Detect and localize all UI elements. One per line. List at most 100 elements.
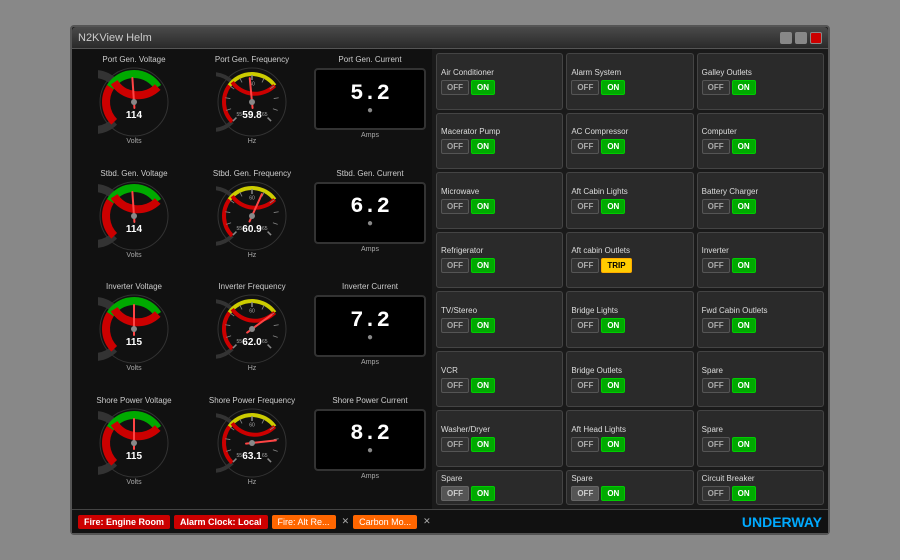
switch-off-btn-15[interactable]: OFF xyxy=(441,378,469,393)
svg-text:60.9: 60.9 xyxy=(242,224,262,235)
gauge-label-11: Shore Power Current xyxy=(332,396,407,405)
switch-on-btn-6[interactable]: ON xyxy=(471,199,495,214)
switch-on-btn-9[interactable]: ON xyxy=(471,258,495,273)
minimize-button[interactable] xyxy=(780,32,792,44)
switch-name-7: Aft Cabin Lights xyxy=(571,187,688,196)
gauge-label-10: Shore Power Frequency xyxy=(209,396,295,405)
switch-on-btn-23[interactable]: ON xyxy=(732,486,756,501)
switch-on-btn-12[interactable]: ON xyxy=(471,318,495,333)
current-display: 7.2 ● xyxy=(314,295,426,357)
switch-off-btn-3[interactable]: OFF xyxy=(441,139,469,154)
switches-panel: Air Conditioner OFF ON Alarm System OFF … xyxy=(432,49,828,509)
switch-cell-3: Macerator Pump OFF ON xyxy=(436,113,563,170)
alert-carbon-close[interactable]: ✕ xyxy=(423,516,431,527)
switch-cell-1: Alarm System OFF ON xyxy=(566,53,693,110)
switch-on-btn-18[interactable]: ON xyxy=(471,437,495,452)
switch-off-btn-20[interactable]: OFF xyxy=(702,437,730,452)
switch-on-btn-11[interactable]: ON xyxy=(732,258,756,273)
switch-on-btn-2[interactable]: ON xyxy=(732,80,756,95)
switch-controls-3: OFF ON xyxy=(441,139,558,154)
gauge-label-2: Port Gen. Current xyxy=(338,55,401,64)
switch-on-btn-17[interactable]: ON xyxy=(732,378,756,393)
switch-off-btn-9[interactable]: OFF xyxy=(441,258,469,273)
switch-off-btn-23[interactable]: OFF xyxy=(702,486,730,501)
switch-off-btn-17[interactable]: OFF xyxy=(702,378,730,393)
switch-off-btn-16[interactable]: OFF xyxy=(571,378,599,393)
switch-off-btn-12[interactable]: OFF xyxy=(441,318,469,333)
gauge-unit-7: Hz xyxy=(248,365,257,372)
close-button[interactable] xyxy=(810,32,822,44)
gauge-cell-11: Shore Power Current 8.2 ● Amps xyxy=(312,394,428,506)
switch-on-btn-19[interactable]: ON xyxy=(601,437,625,452)
switch-controls-2: OFF ON xyxy=(702,80,819,95)
switch-on-btn-21[interactable]: ON xyxy=(471,486,495,501)
gauge-cell-4: Stbd. Gen. Frequency 556065 60.9 Hz xyxy=(194,167,310,279)
gauge-cell-5: Stbd. Gen. Current 6.2 ● Amps xyxy=(312,167,428,279)
switch-off-btn-1[interactable]: OFF xyxy=(571,80,599,95)
switch-off-btn-19[interactable]: OFF xyxy=(571,437,599,452)
switch-controls-17: OFF ON xyxy=(702,378,819,393)
switch-off-btn-5[interactable]: OFF xyxy=(702,139,730,154)
gauge-cell-7: Inverter Frequency 556065 62.0 Hz xyxy=(194,280,310,392)
gauge-unit-6: Volts xyxy=(126,365,141,372)
gauge-unit-5: Amps xyxy=(361,246,379,253)
gauge-cell-9: Shore Power Voltage 115 Volts xyxy=(76,394,192,506)
switch-off-btn-14[interactable]: OFF xyxy=(702,318,730,333)
title-bar: N2KView Helm xyxy=(72,27,828,49)
svg-text:59.8: 59.8 xyxy=(242,110,262,121)
gauge-unit-2: Amps xyxy=(361,132,379,139)
switch-on-btn-14[interactable]: ON xyxy=(732,318,756,333)
alert-fire-close[interactable]: ✕ xyxy=(342,516,350,527)
switch-off-btn-22[interactable]: OFF xyxy=(571,486,599,501)
switch-on-btn-7[interactable]: ON xyxy=(601,199,625,214)
current-indicator: ● xyxy=(367,332,373,343)
switch-name-3: Macerator Pump xyxy=(441,127,558,136)
switch-cell-21: Spare OFF ON xyxy=(436,470,563,505)
switch-on-btn-1[interactable]: ON xyxy=(601,80,625,95)
gauge-unit-1: Hz xyxy=(248,138,257,145)
switch-on-btn-0[interactable]: ON xyxy=(471,80,495,95)
switch-off-btn-18[interactable]: OFF xyxy=(441,437,469,452)
current-value: 7.2 xyxy=(350,310,390,332)
switch-on-btn-16[interactable]: ON xyxy=(601,378,625,393)
switch-cell-13: Bridge Lights OFF ON xyxy=(566,291,693,348)
current-display: 6.2 ● xyxy=(314,182,426,244)
switch-off-btn-7[interactable]: OFF xyxy=(571,199,599,214)
switch-name-10: Aft cabin Outlets xyxy=(571,246,688,255)
switch-off-btn-4[interactable]: OFF xyxy=(571,139,599,154)
switch-cell-11: Inverter OFF ON xyxy=(697,232,824,289)
switch-controls-23: OFF ON xyxy=(702,486,819,501)
switch-controls-12: OFF ON xyxy=(441,318,558,333)
switch-on-btn-5[interactable]: ON xyxy=(732,139,756,154)
switch-on-btn-8[interactable]: ON xyxy=(732,199,756,214)
switch-on-btn-15[interactable]: ON xyxy=(471,378,495,393)
switch-controls-7: OFF ON xyxy=(571,199,688,214)
switch-on-btn-3[interactable]: ON xyxy=(471,139,495,154)
switch-off-btn-6[interactable]: OFF xyxy=(441,199,469,214)
maximize-button[interactable] xyxy=(795,32,807,44)
svg-text:65: 65 xyxy=(262,339,268,345)
switch-off-btn-2[interactable]: OFF xyxy=(702,80,730,95)
switch-on-btn-20[interactable]: ON xyxy=(732,437,756,452)
switch-off-btn-10[interactable]: OFF xyxy=(571,258,599,273)
gauge-label-9: Shore Power Voltage xyxy=(96,396,171,405)
switch-controls-16: OFF ON xyxy=(571,378,688,393)
gauge-label-4: Stbd. Gen. Frequency xyxy=(213,169,291,178)
switch-on-btn-13[interactable]: ON xyxy=(601,318,625,333)
gauge-cell-10: Shore Power Frequency 556065 63.1 Hz xyxy=(194,394,310,506)
gauge-unit-3: Volts xyxy=(126,252,141,259)
switch-off-btn-11[interactable]: OFF xyxy=(702,258,730,273)
switch-off-btn-13[interactable]: OFF xyxy=(571,318,599,333)
gauge-cell-1: Port Gen. Frequency 556065 59.8 Hz xyxy=(194,53,310,165)
switch-on-btn-4[interactable]: ON xyxy=(601,139,625,154)
switch-cell-19: Aft Head Lights OFF ON xyxy=(566,410,693,467)
switch-trip-btn-10[interactable]: TRIP xyxy=(601,258,631,273)
switch-off-btn-8[interactable]: OFF xyxy=(702,199,730,214)
switch-off-btn-0[interactable]: OFF xyxy=(441,80,469,95)
switch-on-btn-22[interactable]: ON xyxy=(601,486,625,501)
switch-controls-4: OFF ON xyxy=(571,139,688,154)
switch-off-btn-21[interactable]: OFF xyxy=(441,486,469,501)
gauge-cell-3: Stbd. Gen. Voltage 114 Volts xyxy=(76,167,192,279)
gauge-unit-8: Amps xyxy=(361,359,379,366)
gauge-label-1: Port Gen. Frequency xyxy=(215,55,289,64)
